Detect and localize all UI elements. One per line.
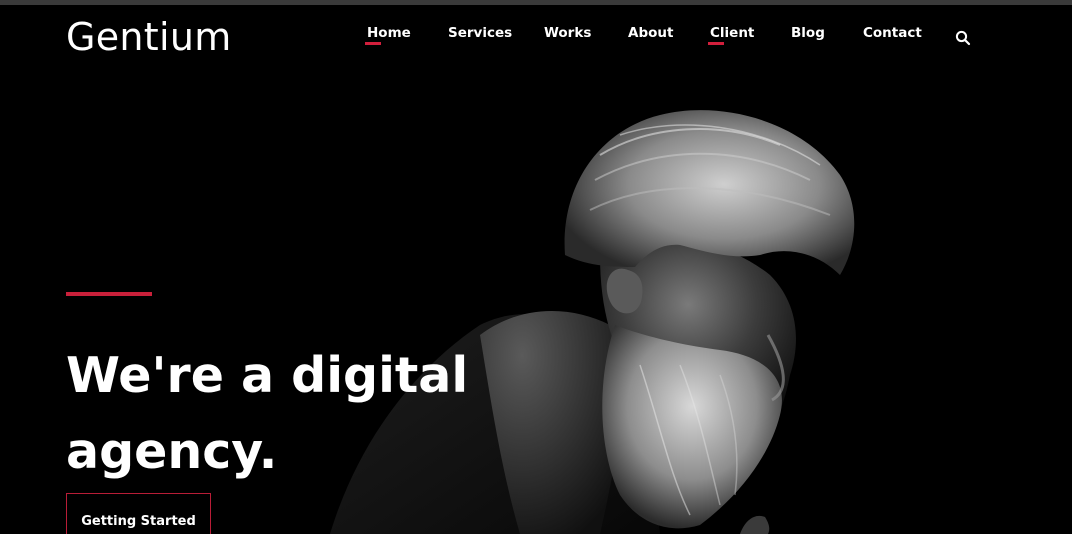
nav-item-label: Services <box>448 25 513 41</box>
nav-item-contact[interactable]: Contact <box>863 25 922 41</box>
active-underline <box>365 42 381 45</box>
nav-item-blog[interactable]: Blog <box>791 25 825 41</box>
nav-item-services[interactable]: Services <box>448 25 512 41</box>
nav-item-label: Works <box>544 25 592 41</box>
active-underline <box>708 42 724 45</box>
nav-item-label: Contact <box>863 25 922 41</box>
nav-item-label: About <box>628 25 674 41</box>
nav-item-label: Client <box>710 25 755 41</box>
headline-accent-bar <box>66 292 152 296</box>
nav-item-works[interactable]: Works <box>544 25 591 41</box>
search-icon[interactable] <box>955 30 971 46</box>
getting-started-button[interactable]: Getting Started <box>66 493 211 534</box>
nav-item-label: Blog <box>791 25 825 41</box>
headline-line-2: agency. <box>66 423 278 480</box>
nav-item-home[interactable]: Home <box>365 25 411 45</box>
hero-headline: We're a digital agency. <box>66 338 486 490</box>
brand-logo[interactable]: Gentium <box>66 15 232 59</box>
nav-item-label: Home <box>367 25 411 41</box>
nav-item-about[interactable]: About <box>628 25 673 41</box>
nav-item-client[interactable]: Client <box>708 25 755 45</box>
headline-line-1: We're a digital <box>66 347 469 404</box>
hero-section: Gentium Home Services Works About Client… <box>0 5 1072 534</box>
